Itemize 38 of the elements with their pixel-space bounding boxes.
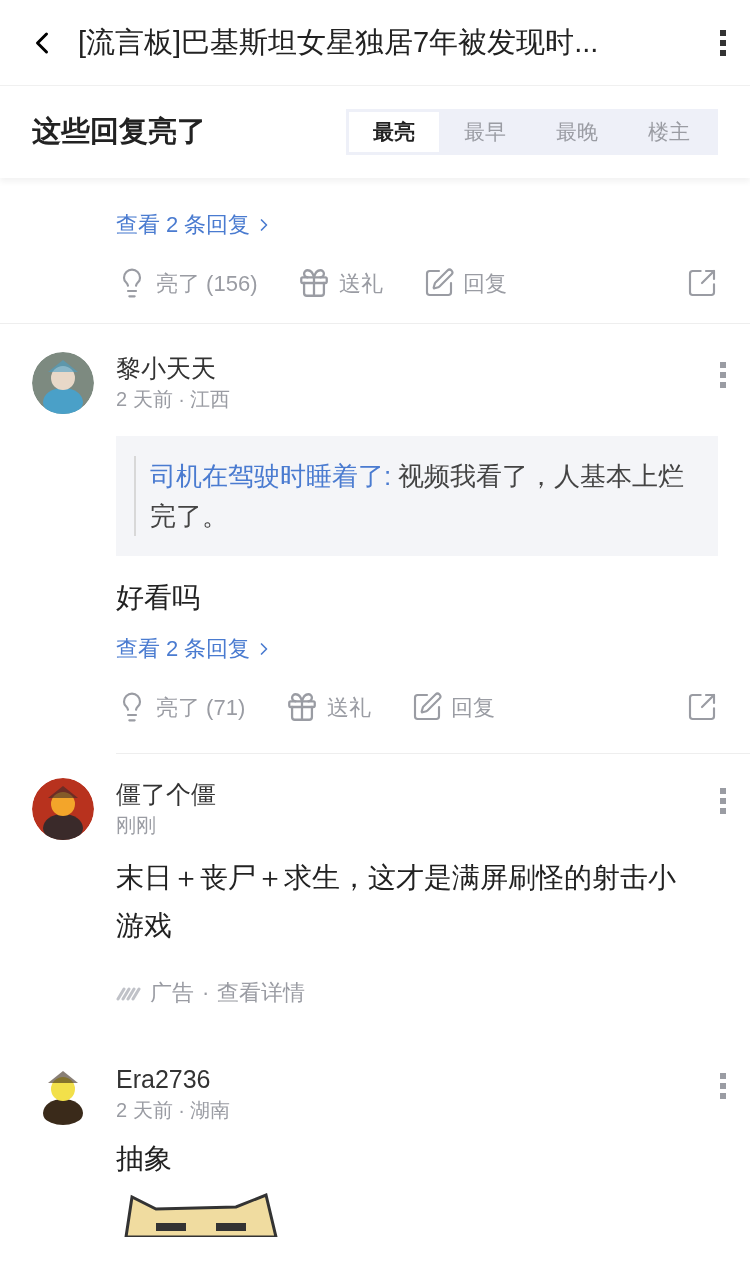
reply-button[interactable]: 回复 <box>423 266 508 300</box>
edit-icon <box>423 267 456 299</box>
username[interactable]: 僵了个僵 <box>116 778 720 810</box>
ad-label: 广告 <box>150 979 194 1007</box>
share-button[interactable] <box>686 691 718 723</box>
comment-text: 好看吗 <box>116 581 201 615</box>
share-button[interactable] <box>686 267 718 299</box>
more-icon <box>720 788 726 814</box>
more-icon <box>720 362 726 388</box>
sort-tab[interactable]: 楼主 <box>623 112 715 152</box>
page-title: [流言板]巴基斯坦女星独居7年被发现时... <box>78 24 600 60</box>
sort-tab[interactable]: 最亮 <box>349 112 439 152</box>
view-replies-link[interactable]: 查看 2 条回复 <box>116 208 275 241</box>
light-button[interactable]: 亮了 (156) <box>116 266 258 300</box>
quote-text: 司机在驾驶时睡着了: 视频我看了，人基本上烂完了。 <box>134 456 700 536</box>
comment-meta: 2 天前 · 湖南 <box>116 1098 232 1123</box>
share-icon <box>686 267 718 299</box>
more-button[interactable] <box>720 29 726 56</box>
username[interactable]: 黎小天天 <box>116 352 720 384</box>
gift-button[interactable]: 送礼 <box>285 690 372 724</box>
share-icon <box>686 691 718 723</box>
view-replies-link[interactable]: 查看 2 条回复 <box>116 632 275 665</box>
reply-button[interactable]: 回复 <box>411 690 496 724</box>
sort-tab[interactable]: 最晚 <box>531 112 623 152</box>
comment-meta: 2 天前 · 江西 <box>116 387 232 412</box>
username[interactable]: Era2736 <box>116 1063 720 1095</box>
light-button[interactable]: 亮了 (71) <box>116 690 246 724</box>
more-icon <box>720 29 726 56</box>
ad-text: 末日＋丧尸＋求生，这才是满屏刷怪的射击小游戏 <box>116 861 677 943</box>
edit-icon <box>411 691 444 723</box>
comment-text: 抽象 <box>116 1142 173 1176</box>
sort-tab[interactable]: 最早 <box>439 112 531 152</box>
section-title: 这些回复亮了 <box>32 114 206 150</box>
separator-dot: · <box>202 979 210 1007</box>
gift-button[interactable]: 送礼 <box>297 266 384 300</box>
ad-details-link[interactable]: 查看详情 <box>217 976 306 1009</box>
more-icon <box>720 1073 726 1099</box>
comment-meta: 刚刚 <box>116 813 157 838</box>
